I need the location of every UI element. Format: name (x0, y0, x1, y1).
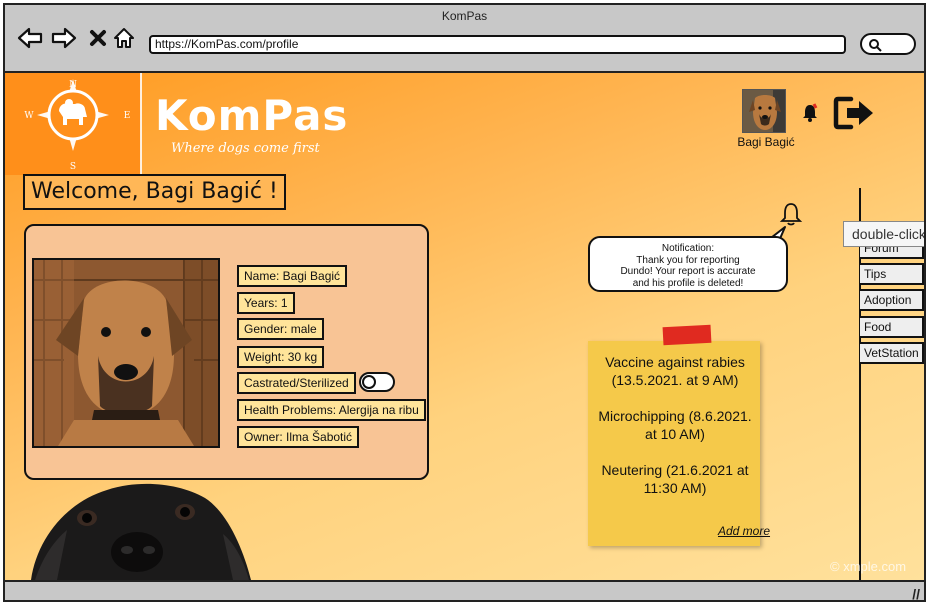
dog-owner-field: Owner: Ilma Šabotić (237, 426, 360, 448)
dog-health-field: Health Problems: Alergija na ribu (237, 399, 426, 421)
add-more-link[interactable]: Add more (718, 524, 770, 538)
compass-s: S (70, 162, 76, 172)
welcome-heading: Welcome, Bagi Bagić ! (23, 174, 286, 210)
address-bar[interactable]: https://KomPas.com/profile (149, 35, 846, 54)
dog-photo (32, 258, 220, 448)
close-icon[interactable] (85, 25, 111, 51)
brand-name[interactable]: KomPas (155, 91, 348, 140)
notification-bubble: Notification: Thank you for reporting Du… (588, 236, 788, 292)
page-content: N S E W KomPas Where dogs come first Bag… (5, 73, 924, 580)
logout-icon[interactable] (833, 95, 877, 136)
dog-gender-field: Gender: male (237, 318, 324, 340)
search-icon (869, 39, 882, 52)
window-title: KomPas (441, 9, 488, 23)
compass-e: E (124, 111, 131, 121)
tab-tips[interactable]: Tips (860, 263, 924, 285)
notification-line: and his profile is deleted! (632, 277, 744, 289)
tape (662, 324, 712, 346)
dog-name-field: Name: Bagi Bagić (237, 265, 348, 287)
appointment-item: Vaccine against rabies (13.5.2021. at 9 … (605, 354, 745, 388)
compass-w: W (24, 111, 34, 121)
dog-weight-field: Weight: 30 kg (237, 346, 325, 368)
browser-search-box[interactable] (860, 33, 916, 55)
forward-arrow-icon[interactable] (51, 25, 77, 51)
tab-vetstation[interactable]: VetStation (860, 342, 924, 364)
notification-line: Dundo! Your report is accurate (620, 266, 756, 277)
castrated-toggle[interactable] (359, 372, 395, 392)
dog-years-field: Years: 1 (237, 292, 295, 314)
user-avatar[interactable] (742, 89, 786, 133)
resize-grip-icon[interactable]: // (912, 586, 920, 600)
notification-line: Notification: (661, 243, 715, 254)
status-bar: // (5, 580, 924, 600)
compass-dog-logo-icon: N S E W (24, 79, 131, 172)
tooltip: double-click (843, 221, 924, 247)
appointment-item: Microchipping (8.6.2021. at 10 AM) (598, 408, 752, 442)
peeking-dog-image (31, 483, 251, 580)
watermark: © xmple.com (830, 559, 907, 574)
home-icon[interactable] (111, 25, 137, 51)
tab-adoption[interactable]: Adoption (860, 289, 924, 311)
notification-line: Thank you for reporting (636, 254, 740, 266)
back-arrow-icon[interactable] (17, 25, 43, 51)
dog-castrated-field: Castrated/Sterilized (237, 372, 356, 394)
browser-window: KomPas https://KomPas.com/profile N S E … (3, 3, 926, 602)
appointment-item: Neutering (21.6.2021 at 11:30 AM) (601, 462, 749, 496)
compass-n: N (69, 80, 77, 90)
tab-food[interactable]: Food (860, 316, 924, 338)
notification-bell-icon[interactable] (801, 103, 819, 128)
brand-tagline: Where dogs come first (171, 141, 320, 156)
logo-block: N S E W (5, 73, 141, 175)
logo-divider (140, 73, 142, 175)
toggle-knob (362, 375, 376, 389)
user-name[interactable]: Bagi Bagić (731, 135, 801, 149)
